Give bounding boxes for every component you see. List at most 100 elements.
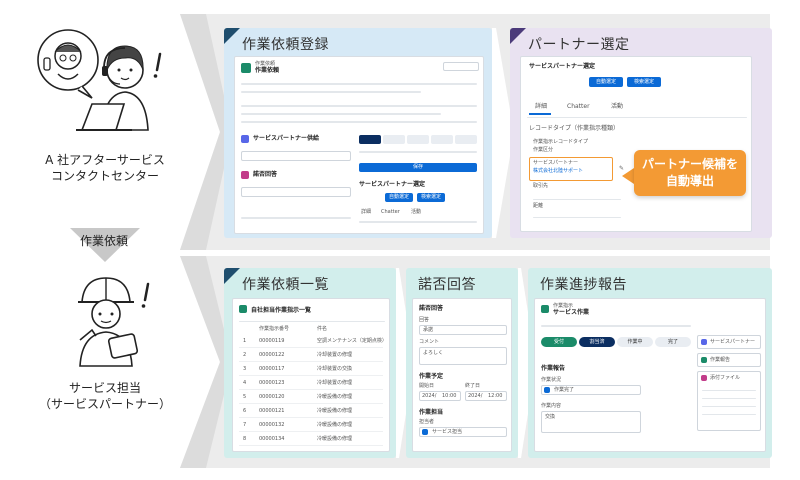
technician-illustration-icon [78, 277, 150, 367]
partner-selection-screenshot: サービスパートナー選定 自動選定 検索選定 詳細 Chatter 活動 レコード… [520, 56, 752, 232]
path-step[interactable]: 受付 [541, 337, 577, 347]
row-subject: 冷暖設備の修理 [317, 408, 353, 414]
tab-activity-small[interactable]: 活動 [411, 209, 421, 216]
row-index: 1 [243, 338, 247, 344]
tab-pill-2[interactable] [383, 135, 405, 144]
dispatch-search-input[interactable] [241, 151, 351, 161]
row-number[interactable]: 00000123 [259, 380, 284, 387]
tab-pill-3[interactable] [407, 135, 429, 144]
path-step[interactable]: 作業中 [617, 337, 653, 347]
tab-pill-5[interactable] [455, 135, 477, 144]
path-step[interactable]: 完了 [655, 337, 691, 347]
request-list-screenshot: 自社担当作業指示一覧 作業指示番号 件名 1 00000119 空調メンテナンス（定… [232, 298, 390, 452]
row-index: 8 [243, 436, 247, 442]
row-index: 5 [243, 394, 247, 400]
assignee-value: サービス担当 [432, 429, 463, 435]
table-row[interactable]: 7 00000132 冷暖設備の修理 [239, 419, 383, 432]
tab-pill-4[interactable] [431, 135, 453, 144]
field-comment: コメント [419, 339, 440, 345]
callout-line-2: 自動導出 [665, 174, 714, 188]
reply-value: 承諾 [423, 327, 434, 333]
panel-work-request-registration: 作業依頼登録 作業依頼 作業依頼 サービスパートナー供給 諾否回答 保存 サービ… [224, 28, 492, 238]
table-row[interactable]: 5 00000120 冷暖設備の修理 [239, 391, 383, 404]
field-reply: 回答 [419, 317, 430, 323]
panel-corner-icon [224, 268, 240, 284]
auto-select-button-small[interactable]: 自動選定 [385, 193, 413, 202]
reply-icon [241, 171, 249, 179]
end-date: 2024/ [468, 393, 483, 399]
section-assignee: 作業担当 [419, 409, 444, 416]
row-subject: 冷却装置の交換 [317, 366, 353, 372]
field-assignee: 担当者 [419, 419, 435, 425]
field-end: 終了日 [465, 383, 481, 389]
tab-activity[interactable]: 活動 [611, 103, 623, 110]
save-button[interactable]: 保存 [359, 163, 477, 172]
row-number[interactable]: 00000134 [259, 436, 284, 443]
field-record-type: 作業指示レコードタイプ [533, 139, 589, 145]
notes-textarea[interactable]: 交換 [541, 411, 641, 433]
search-select-button[interactable]: 検索選定 [627, 77, 661, 87]
side-card-1[interactable]: サービスパートナー [697, 335, 761, 349]
callout-pointer-icon [622, 168, 634, 184]
tab-chatter-small[interactable]: Chatter [381, 209, 400, 216]
panel-partner-selection: パートナー選定 サービスパートナー選定 自動選定 検索選定 詳細 Chatter… [510, 28, 772, 238]
table-row[interactable]: 4 00000123 冷却装置の修理 [239, 377, 383, 390]
report-icon [701, 357, 707, 363]
side-card-2[interactable]: 作業報告 [697, 353, 761, 367]
tab-chatter[interactable]: Chatter [567, 103, 590, 110]
assignee-input[interactable]: サービス担当 [419, 427, 507, 437]
partner-icon [701, 339, 707, 345]
section-record-type[interactable]: レコードタイプ（作業指示種類） [529, 125, 619, 132]
table-row[interactable]: 8 00000134 冷暖設備の修理 [239, 433, 383, 446]
tab-details-small[interactable]: 詳細 [361, 209, 371, 216]
contact-center-label-2: コンタクトセンター [50, 169, 159, 183]
row-number[interactable]: 00000132 [259, 422, 284, 429]
comment-textarea[interactable]: よろしく [419, 347, 507, 365]
table-row[interactable]: 6 00000121 冷暖設備の修理 [239, 405, 383, 418]
search-select-button-small[interactable]: 検索選定 [417, 193, 445, 202]
section-reply: 諾否回答 [253, 171, 278, 178]
col-number-header[interactable]: 作業指示番号 [259, 326, 289, 333]
side-2: 作業報告 [710, 357, 731, 363]
row-number[interactable]: 00000120 [259, 394, 284, 401]
comment-value: よろしく [423, 350, 444, 356]
tab-details[interactable]: 詳細 [535, 103, 547, 110]
field-partner: サービスパートナー [533, 160, 579, 166]
record-icon [541, 305, 549, 313]
end-date-input[interactable]: 2024/ 12:00 [465, 391, 507, 401]
reply-search-input[interactable] [241, 187, 351, 197]
section-dispatch: サービスパートナー供給 [253, 135, 320, 142]
row-number[interactable]: 00000121 [259, 408, 284, 415]
list-name[interactable]: 自社担当作業指示一覧 [251, 307, 311, 315]
progress-screenshot: 作業指示 サービス作業 受付 割当済 作業中 完了 作業報告 作業状況 作業完了 作業… [534, 298, 766, 452]
panel-work-request-list: 作業依頼一覧 自社担当作業指示一覧 作業指示番号 件名 1 00000119 空調メ… [224, 268, 396, 458]
panel-title: 作業進捗報告 [540, 277, 627, 293]
start-date: 2024/ [422, 393, 437, 399]
start-date-input[interactable]: 2024/ 10:00 [419, 391, 461, 401]
field-partner-value[interactable]: 株式会社北陸サポート [533, 168, 583, 175]
reply-select[interactable]: 承諾 [419, 325, 507, 335]
section-schedule: 作業予定 [419, 373, 444, 380]
auto-select-button[interactable]: 自動選定 [589, 77, 623, 87]
row-subject: 空調メンテナンス（定期点検） [317, 338, 387, 344]
follow-button[interactable] [443, 62, 479, 71]
panel-progress-report: 作業進捗報告 作業指示 サービス作業 受付 割当済 作業中 完了 作業報告 作業状況 … [528, 268, 772, 458]
table-row[interactable]: 1 00000119 空調メンテナンス（定期点検） [239, 335, 387, 348]
status-icon [544, 387, 550, 393]
row-number[interactable]: 00000122 [259, 352, 284, 359]
status-value: 作業完了 [554, 387, 575, 393]
path-step[interactable]: 割当済 [579, 337, 615, 347]
row-number[interactable]: 00000119 [259, 338, 284, 345]
tab-pill-1[interactable] [359, 135, 381, 144]
status-select[interactable]: 作業完了 [541, 385, 641, 395]
service-partner-actor: サービス担当 （サービスパートナー） [20, 268, 190, 428]
col-subject-header[interactable]: 件名 [317, 326, 327, 333]
table-row[interactable]: 2 00000122 冷却装置の修理 [239, 349, 383, 362]
field-other: 取引先 [533, 183, 549, 189]
row-number[interactable]: 00000117 [259, 366, 284, 373]
side-card-3[interactable]: 添付ファイル [697, 371, 761, 431]
table-row[interactable]: 3 00000117 冷却装置の交換 [239, 363, 383, 376]
row-index: 6 [243, 408, 247, 414]
field-start: 開始日 [419, 383, 435, 389]
field-distance: 距離 [533, 203, 544, 209]
